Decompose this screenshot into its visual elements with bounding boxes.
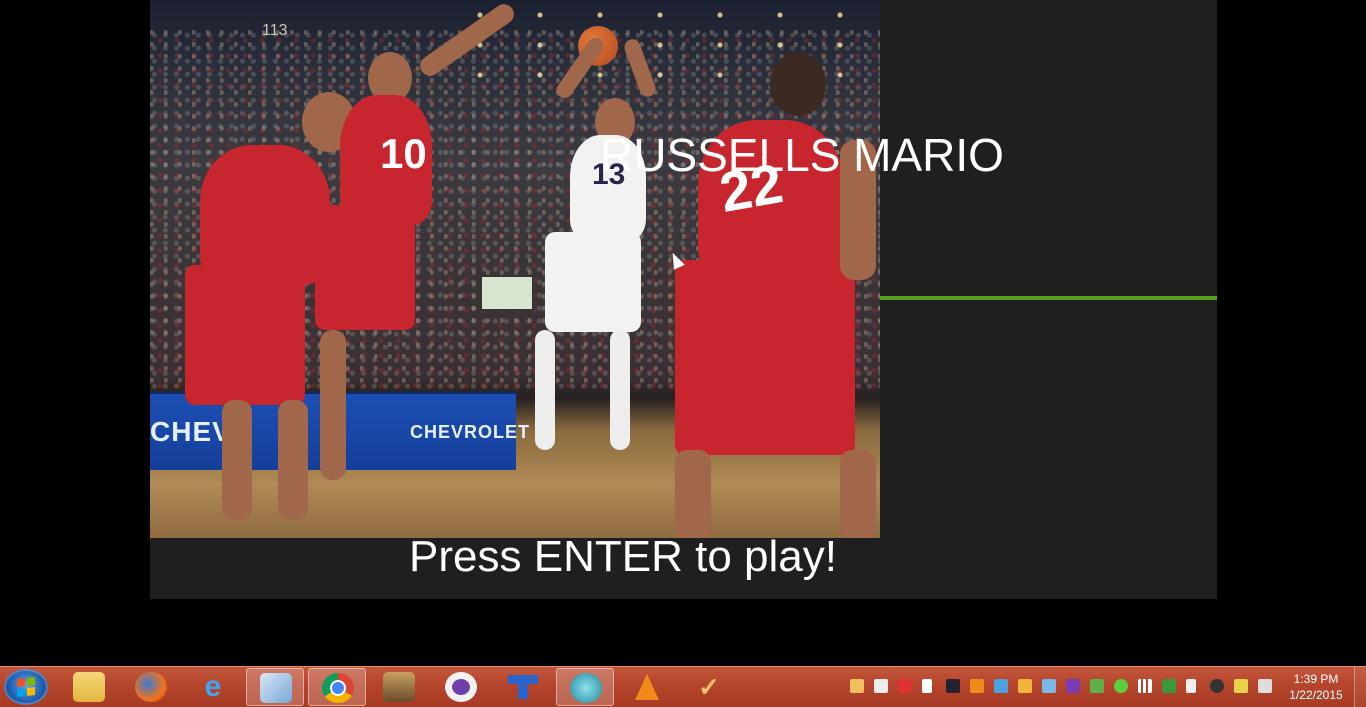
tray-volume-muted-icon[interactable] [1186, 679, 1196, 693]
tray-network-icon[interactable] [1258, 679, 1272, 693]
globe-icon [570, 673, 602, 703]
tray-acrobat-icon[interactable] [898, 679, 912, 693]
tray-onenote-icon[interactable] [1066, 679, 1080, 693]
system-tray [846, 667, 1276, 707]
start-prompt: Press ENTER to play! [409, 532, 837, 581]
tray-update-icon[interactable] [1018, 679, 1032, 693]
tray-people-icon[interactable] [1234, 679, 1248, 693]
clock-date: 1/22/2015 [1289, 688, 1343, 702]
tray-orange-icon[interactable] [970, 679, 984, 693]
taskbar-check-button[interactable]: ✓ [680, 668, 738, 706]
tray-sync-icon[interactable] [1090, 679, 1104, 693]
chrome-icon [322, 673, 354, 703]
jumbotron-screen [480, 275, 534, 311]
firefox-icon [135, 672, 167, 702]
tray-clipboard-icon[interactable] [874, 679, 888, 693]
tray-battery-icon[interactable] [1162, 679, 1176, 693]
start-button[interactable] [4, 669, 48, 705]
ie-icon: e [204, 670, 222, 703]
cube-icon [260, 673, 292, 703]
game-title: RUSSELLS MARIO [600, 129, 1004, 181]
game-window[interactable]: 113 CHEVR CHEVROLET 10 13 22 RUSSELLS MA… [150, 0, 1217, 599]
character-icon [383, 672, 415, 702]
cone-icon [631, 672, 663, 702]
windows-logo-icon [17, 677, 35, 697]
folder-icon [73, 672, 105, 702]
tray-wifi-icon[interactable] [1114, 679, 1128, 693]
taskbar-clock[interactable]: 1:39 PM 1/22/2015 [1280, 671, 1352, 703]
tray-signal-icon[interactable] [1138, 679, 1152, 693]
windows-taskbar: e ✓ 1:39 PM 1/22/2015 [0, 666, 1366, 707]
basketball-photo: 113 CHEVR CHEVROLET 10 13 22 [150, 0, 880, 538]
taskbar-ie-button[interactable]: e [184, 668, 242, 706]
taskbar-cat-button[interactable] [432, 668, 490, 706]
cat-icon [445, 672, 477, 702]
section-number: 113 [262, 22, 288, 39]
tray-monitor-icon[interactable] [994, 679, 1008, 693]
tray-check-icon[interactable] [850, 679, 864, 693]
clock-time: 1:39 PM [1293, 672, 1339, 686]
tray-disc-icon[interactable] [1210, 679, 1224, 693]
taskbar-tetris-button[interactable] [494, 668, 552, 706]
loading-progress-bar [880, 296, 1217, 300]
taskbar-firefox-button[interactable] [122, 668, 180, 706]
taskbar-virtualbox-button[interactable] [246, 668, 304, 706]
taskbar-explorer-button[interactable] [60, 668, 118, 706]
taskbar-network-button[interactable] [556, 668, 614, 706]
taskbar-game-button[interactable] [370, 668, 428, 706]
taskbar-chrome-button[interactable] [308, 668, 366, 706]
check-icon: ✓ [698, 671, 720, 702]
taskbar-vlc-button[interactable] [618, 668, 676, 706]
tray-flag-icon[interactable] [922, 679, 932, 693]
loading-progress-fill [880, 296, 1217, 300]
t-block-icon [507, 672, 539, 702]
show-desktop-button[interactable] [1354, 667, 1366, 707]
tray-device-icon[interactable] [946, 679, 960, 693]
tray-cloud-icon[interactable] [1042, 679, 1056, 693]
